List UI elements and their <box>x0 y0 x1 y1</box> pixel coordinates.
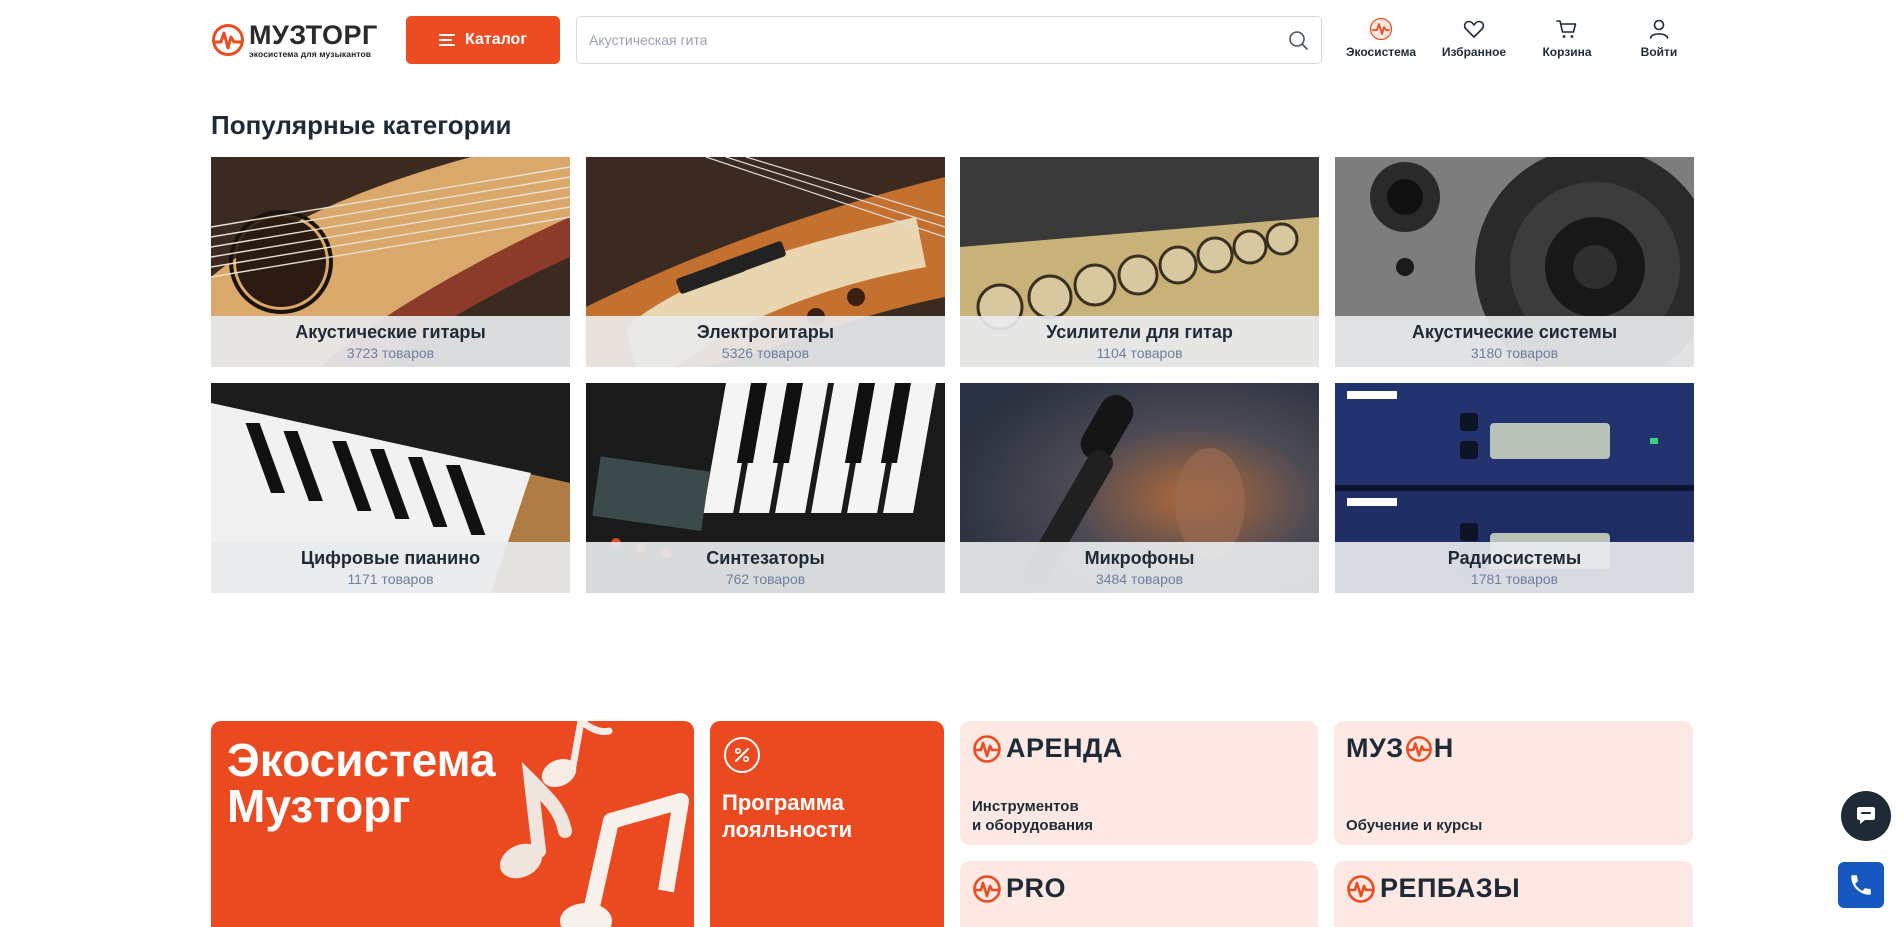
muztorg-mark-icon <box>1347 874 1375 903</box>
search-icon[interactable] <box>1287 29 1309 51</box>
category-count: 3180 товаров <box>1470 345 1559 361</box>
loyalty-title-line1: Программа <box>722 790 845 815</box>
ecosystem-icon <box>1368 16 1394 42</box>
category-card-guitar-amps[interactable]: Усилители для гитар 1104 товаров <box>960 157 1319 367</box>
music-notes-icon <box>499 721 689 927</box>
muzon-desc: Обучение и курсы <box>1346 817 1483 834</box>
menu-icon <box>439 34 455 46</box>
muztorg-mark-icon <box>1405 735 1432 762</box>
category-name: Акустические гитары <box>295 322 486 342</box>
loyalty-title-line2: лояльности <box>722 817 853 842</box>
category-name: Акустические системы <box>1411 322 1618 342</box>
popular-categories-title: Популярные категории <box>211 110 512 140</box>
nav-favorites[interactable]: Избранное <box>1439 16 1509 64</box>
site-header: МУЗТОРГ экосистема для музыкантов Катало… <box>0 0 1903 80</box>
muztorg-mark-icon <box>973 734 1001 763</box>
category-count: 1781 товаров <box>1470 571 1559 587</box>
category-card-radio-systems[interactable]: Радиосистемы 1781 товаров <box>1335 383 1694 593</box>
category-count: 3723 товаров <box>346 345 435 361</box>
muzon-brand-right: Н <box>1433 733 1454 763</box>
logo-tagline: экосистема для музыкантов <box>249 48 372 59</box>
ecosystem-title-line2: Музторг <box>227 780 411 832</box>
ecosystem-title-line1: Экосистема <box>227 734 496 786</box>
chat-icon <box>1857 807 1875 824</box>
rent-desc-line1: Инструментов <box>972 798 1079 815</box>
muzon-card[interactable]: МУЗ Н Обучение и курсы <box>1334 721 1693 845</box>
nav-login[interactable]: Войти <box>1624 16 1694 64</box>
category-count: 762 товаров <box>725 571 806 587</box>
category-card-digital-pianos[interactable]: Цифровые пианино 1171 товаров <box>211 383 570 593</box>
call-button[interactable] <box>1838 862 1884 908</box>
rent-brand: АРЕНДА <box>1006 733 1123 763</box>
search-bar <box>576 16 1322 64</box>
logo-mark-icon <box>212 24 244 56</box>
repbase-brand: РЕПБАЗЫ <box>1380 873 1521 903</box>
rent-card[interactable]: АРЕНДА Инструментов и оборудования <box>960 721 1318 845</box>
muztorg-mark-icon <box>973 874 1001 903</box>
nav-cart-label: Корзина <box>1542 45 1592 59</box>
percent-icon <box>724 737 760 773</box>
repbase-card[interactable]: РЕПБАЗЫ <box>1334 861 1693 927</box>
category-card-electric-guitars[interactable]: Электрогитары 5326 товаров <box>586 157 945 367</box>
heart-icon <box>1461 16 1487 42</box>
catalog-button[interactable]: Каталог <box>406 16 560 64</box>
category-card-synthesizers[interactable]: Синтезаторы 762 товаров <box>586 383 945 593</box>
logo[interactable]: МУЗТОРГ экосистема для музыкантов <box>211 19 391 59</box>
loyalty-program-card[interactable]: Программа лояльности <box>710 721 944 927</box>
category-count: 1171 товаров <box>347 571 434 587</box>
category-name: Усилители для гитар <box>1046 322 1233 342</box>
phone-icon <box>1851 875 1871 895</box>
nav-login-label: Войти <box>1640 45 1678 59</box>
rent-desc-line2: и оборудования <box>972 817 1093 834</box>
nav-ecosystem[interactable]: Экосистема <box>1346 16 1416 64</box>
category-name: Электрогитары <box>696 322 835 342</box>
ecosystem-banner[interactable]: Экосистема Музторг <box>211 721 694 927</box>
search-input[interactable] <box>589 32 1287 48</box>
user-icon <box>1646 16 1672 42</box>
category-card-microphones[interactable]: Микрофоны 3484 товаров <box>960 383 1319 593</box>
nav-ecosystem-label: Экосистема <box>1345 45 1417 59</box>
chat-button[interactable] <box>1841 791 1891 841</box>
category-card-acoustic-guitars[interactable]: Акустические гитары 3723 товаров <box>211 157 570 367</box>
category-count: 5326 товаров <box>721 345 810 361</box>
pro-card[interactable]: PRO <box>960 861 1318 927</box>
nav-favorites-label: Избранное <box>1441 45 1507 59</box>
category-name: Радиосистемы <box>1447 548 1582 568</box>
pro-brand: PRO <box>1006 873 1067 903</box>
category-name: Микрофоны <box>1084 548 1195 568</box>
nav-cart[interactable]: Корзина <box>1532 16 1602 64</box>
category-count: 1104 товаров <box>1096 345 1183 361</box>
category-count: 3484 товаров <box>1095 571 1184 587</box>
cart-icon <box>1554 16 1580 42</box>
category-name: Синтезаторы <box>706 548 825 568</box>
category-card-speakers[interactable]: Акустические системы 3180 товаров <box>1335 157 1694 367</box>
logo-name: МУЗТОРГ <box>249 19 378 50</box>
muzon-brand-left: МУЗ <box>1346 733 1404 763</box>
catalog-button-label: Каталог <box>465 31 527 48</box>
category-name: Цифровые пианино <box>300 548 481 568</box>
